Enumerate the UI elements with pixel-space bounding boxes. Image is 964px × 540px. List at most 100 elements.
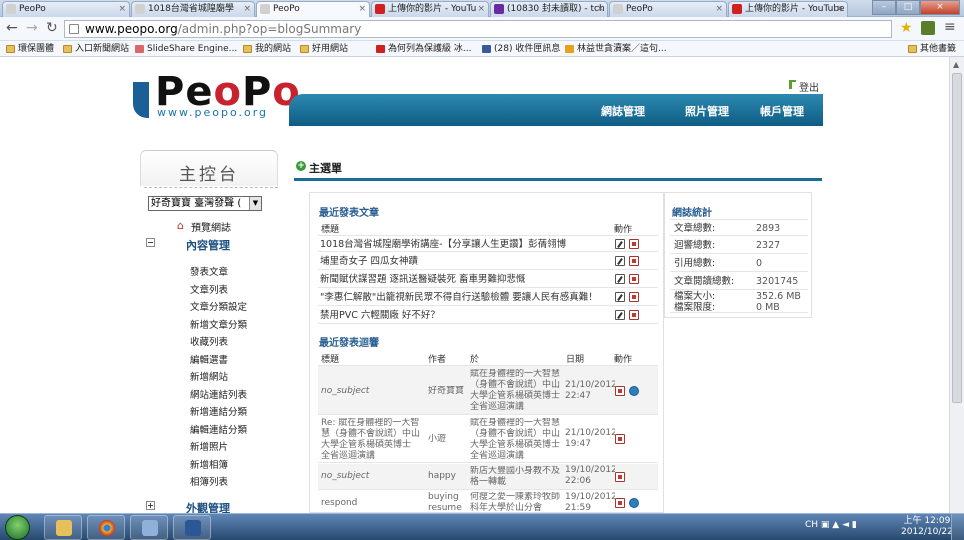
comment-title[interactable]: Re: 賦在身體裡的一大智慧（身體不會說謊）中山大學企管系楊碩英博士 全省巡迴演… [321, 418, 421, 462]
logout-link[interactable]: 登出 [789, 79, 819, 94]
delete-icon[interactable] [615, 498, 625, 508]
close-icon[interactable]: × [477, 2, 485, 16]
scroll-up-icon[interactable]: ▲ [953, 60, 959, 69]
close-icon[interactable]: × [836, 2, 844, 16]
start-button[interactable] [5, 515, 30, 540]
close-icon[interactable]: × [118, 2, 126, 16]
recent-comments-title[interactable]: 最近發表迴響 [319, 334, 379, 349]
delete-icon[interactable] [629, 239, 639, 249]
tab-label: PeoPo [626, 4, 653, 14]
post-title-link[interactable]: 新聞賦伏謀習題 逐訊送醫疑裝死 畜車男難抑悲慨 [320, 271, 610, 287]
sidebar-link[interactable]: 新增文章分類 [190, 317, 247, 331]
close-icon[interactable]: × [596, 2, 604, 16]
post-title-link[interactable]: 埔里奇女子 四瓜女神蹟 [320, 253, 610, 269]
explorer-taskbar-button[interactable] [44, 515, 82, 540]
sidebar-link[interactable]: 相簿列表 [190, 474, 228, 488]
edit-icon[interactable] [615, 239, 625, 249]
delete-icon[interactable] [629, 274, 639, 284]
bookmark-item[interactable]: 環保團體 [6, 43, 54, 55]
back-arrow-icon[interactable]: ← [6, 21, 18, 35]
edit-icon[interactable] [615, 292, 625, 302]
bookmark-item[interactable]: 好用網站 [300, 43, 348, 55]
forward-arrow-icon[interactable]: → [26, 21, 38, 35]
nav-account-management[interactable]: 帳戶管理 [760, 103, 804, 119]
collapse-icon[interactable]: − [146, 238, 155, 247]
close-icon[interactable]: × [715, 2, 723, 16]
nav-blog-management[interactable]: 網誌管理 [601, 103, 645, 119]
bookmark-item[interactable]: 為何列為保護級 冰... [376, 43, 471, 55]
comment-post-link[interactable]: 新店大豐國小身教不及格一轉載 [470, 466, 562, 488]
bookmark-item[interactable]: 林益世貪瀆案／這句... [565, 43, 667, 55]
comment-title[interactable]: no_subject [321, 386, 421, 397]
delete-icon[interactable] [629, 310, 639, 320]
chrome-taskbar-button[interactable] [87, 515, 125, 540]
delete-icon[interactable] [615, 472, 625, 482]
browser-tab[interactable]: 上傳你的影片 - YouTube × [728, 1, 848, 17]
edit-icon[interactable] [615, 256, 625, 266]
browser-tab-active[interactable]: PeoPo × [256, 1, 370, 17]
clock[interactable]: 上午 12:09 2012/10/22 [901, 516, 953, 538]
comment-post-link[interactable]: 何瘦之愛一陳素玲牧師 科年大學於山分會 [470, 492, 562, 513]
comment-title[interactable]: no_subject [321, 471, 421, 482]
sidebar-link[interactable]: 新增照片 [190, 439, 228, 453]
sidebar-link[interactable]: 網站連結列表 [190, 387, 247, 401]
browser-tab[interactable]: PeoPo × [609, 1, 727, 17]
bookmark-item[interactable]: 入口新聞網站 [63, 43, 129, 55]
sidebar-link[interactable]: 文章列表 [190, 282, 228, 296]
recent-posts-title[interactable]: 最近發表文章 [319, 204, 379, 219]
sidebar-link[interactable]: 發表文章 [190, 264, 228, 278]
delete-icon[interactable] [615, 434, 625, 444]
paint-taskbar-button[interactable] [130, 515, 168, 540]
preview-blog-link[interactable]: ⌂ 預覽網誌 [177, 219, 231, 234]
close-icon[interactable]: × [243, 2, 251, 16]
edit-icon[interactable] [615, 310, 625, 320]
delete-icon[interactable] [629, 256, 639, 266]
page-scrollbar[interactable]: ▲ [949, 57, 964, 513]
view-icon[interactable] [629, 498, 639, 508]
minimize-button[interactable]: – [872, 0, 896, 15]
reload-icon[interactable]: ↻ [46, 21, 58, 35]
menu-icon[interactable]: ≡ [944, 19, 956, 35]
maximize-button[interactable]: □ [896, 0, 920, 15]
post-title-link[interactable]: "李惠仁解散"出籠視新民眾不得自行送驗檢體 要讓人民有感真難！ [320, 289, 610, 305]
input-language[interactable]: CH [805, 520, 818, 530]
expand-icon[interactable]: + [146, 501, 155, 510]
address-bar[interactable]: www.peopo.org/admin.php?op=blogSummary [64, 20, 892, 38]
sidebar-link[interactable]: 新增網站 [190, 369, 228, 383]
browser-tab[interactable]: (10830 封未讀取) - tch × [490, 1, 608, 17]
word-taskbar-button[interactable] [173, 515, 211, 540]
close-icon[interactable]: × [358, 2, 366, 16]
system-tray[interactable]: CH ▣ ▲ ◄ ▮ [805, 520, 857, 530]
sidebar-link[interactable]: 新增連結分類 [190, 404, 247, 418]
sidebar-link[interactable]: 新增相簿 [190, 457, 228, 471]
comment-post-link[interactable]: 賦在身體裡的一大智慧（身體不會說謊）中山大學企管系楊碩英博士 全省巡迴演講 [470, 418, 562, 462]
delete-icon[interactable] [615, 386, 625, 396]
blog-select[interactable]: 好奇寶寶 臺灣發聲 ( ▼ [148, 196, 262, 211]
view-icon[interactable] [629, 386, 639, 396]
window-close-button[interactable]: × [920, 0, 960, 15]
browser-tab[interactable]: 上傳你的影片 - YouTu × [371, 1, 489, 17]
browser-tab[interactable]: PeoPo × [2, 1, 130, 17]
show-desktop-button[interactable] [951, 514, 964, 540]
other-bookmarks[interactable]: 其他書籤 [908, 43, 956, 55]
post-title-link[interactable]: 1018台灣省城隍廟學術講座-【分享讓人生更讚】彭蒨翎博 [320, 236, 610, 251]
browser-tab[interactable]: 1018台灣省城隍廟學 × [131, 1, 255, 17]
edit-icon[interactable] [615, 274, 625, 284]
bookmark-item[interactable]: SlideShare Engine... [135, 43, 237, 55]
bookmark-item[interactable]: (28) 收件匣訊息 [482, 43, 560, 55]
bookmark-star-icon[interactable]: ★ [900, 20, 913, 36]
delete-icon[interactable] [629, 292, 639, 302]
stat-value: 2893 [756, 223, 781, 234]
nav-photo-management[interactable]: 照片管理 [685, 103, 729, 119]
site-logo[interactable]: PeoPo www.peopo.org [133, 70, 300, 128]
comment-title[interactable]: respond [321, 498, 421, 509]
post-title-link[interactable]: 禁用PVC 六輕關廠 好不好？ [320, 307, 610, 323]
comment-post-link[interactable]: 賦在身體裡的一大智慧（身體不會說謊）中山大學企管系楊碩英博士 全省巡迴演講 [470, 369, 562, 413]
sidebar-link[interactable]: 編輯選書 [190, 352, 228, 366]
scroll-thumb[interactable] [952, 73, 962, 403]
sidebar-link[interactable]: 編輯連結分類 [190, 422, 247, 436]
sidebar-link[interactable]: 文章分類設定 [190, 299, 247, 313]
sidebar-link[interactable]: 收藏列表 [190, 334, 228, 348]
extension-icon[interactable] [921, 21, 935, 35]
bookmark-item[interactable]: 我的網站 [243, 43, 291, 55]
